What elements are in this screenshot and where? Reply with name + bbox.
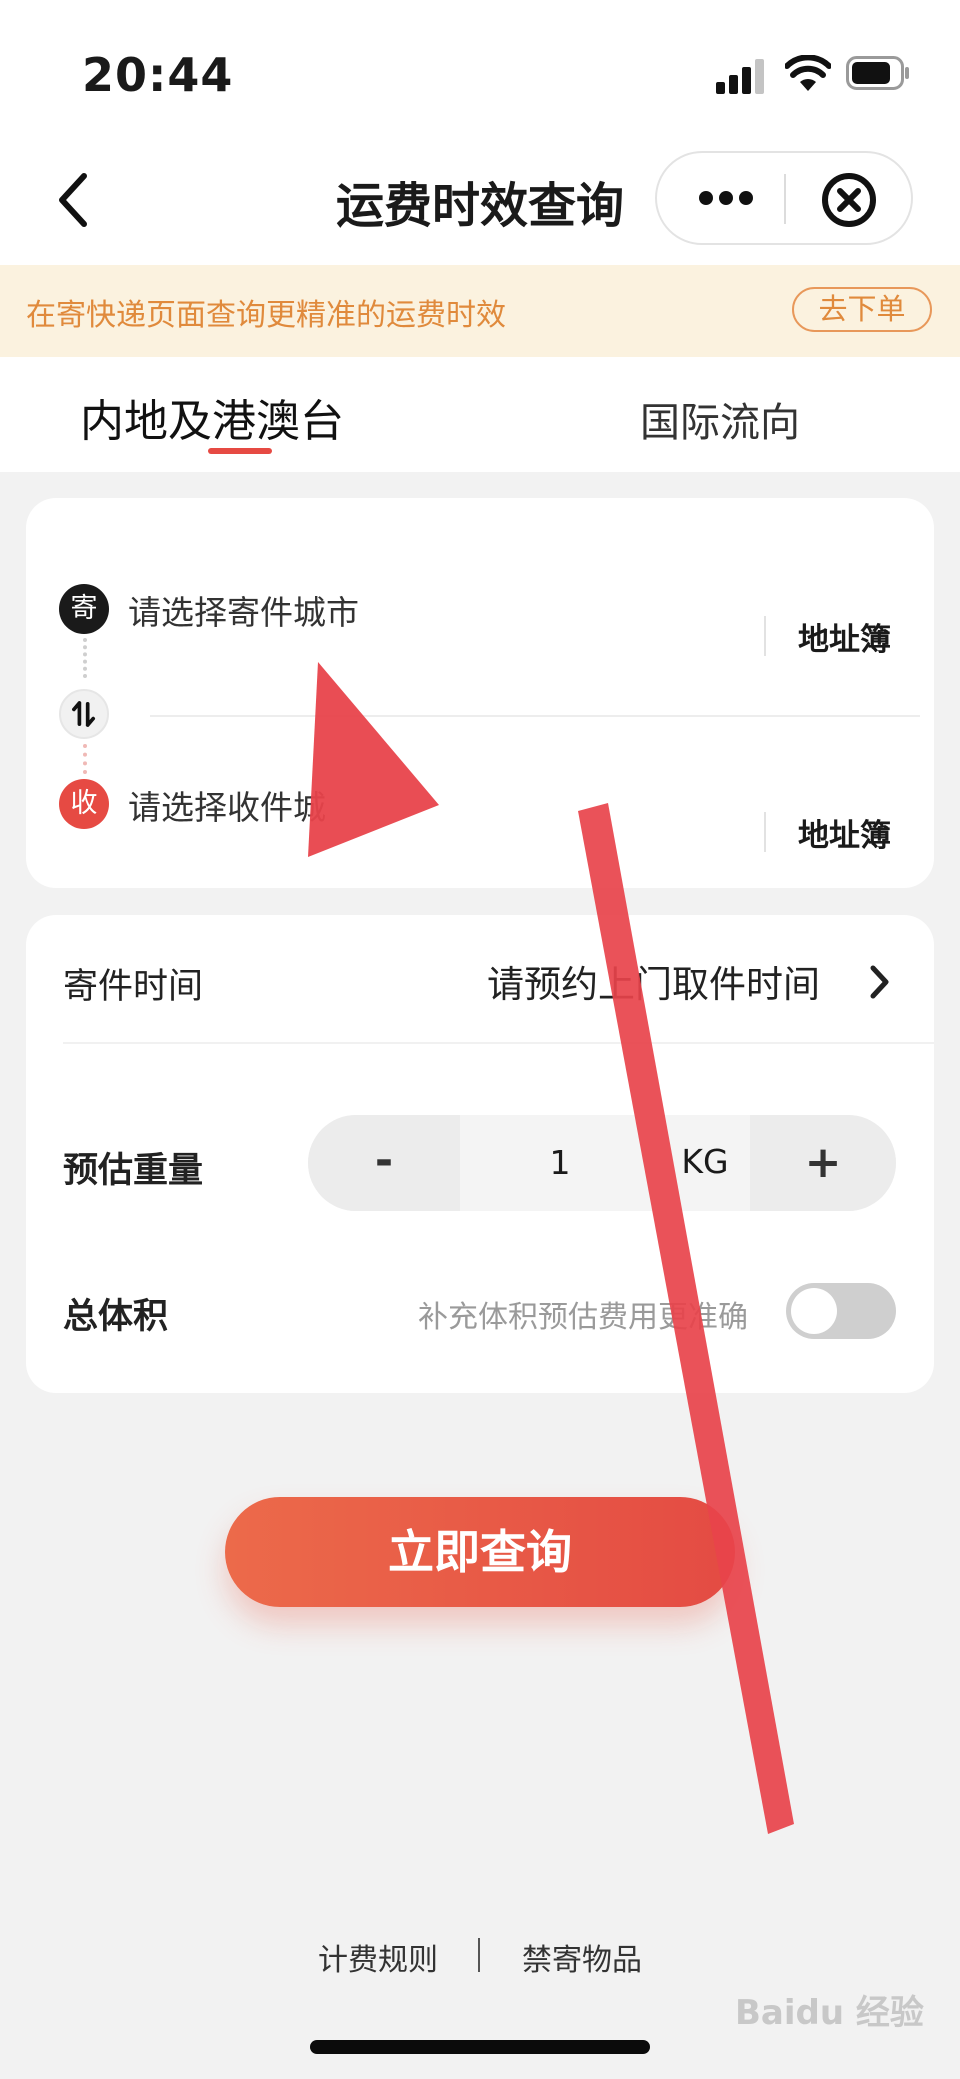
- weight-label: 预估重量: [63, 1151, 204, 1191]
- baidu-watermark: Baidu 经验: [735, 1993, 924, 2033]
- route-dots: [83, 638, 90, 678]
- fee-rules-link[interactable]: 计费规则: [318, 1935, 438, 1979]
- more-icon[interactable]: [690, 176, 762, 220]
- swap-icon[interactable]: [59, 689, 109, 739]
- receiver-city-field[interactable]: 请选择收件城: [128, 781, 326, 829]
- receiver-address-book-button[interactable]: 地址簿: [798, 810, 891, 855]
- place-order-button[interactable]: 去下单: [792, 287, 932, 332]
- decrease-weight-button[interactable]: -: [308, 1115, 460, 1211]
- weight-stepper: - 1 KG +: [308, 1115, 896, 1211]
- weight-value[interactable]: 1: [460, 1115, 660, 1211]
- status-time: 20:44: [82, 48, 234, 102]
- tab-domestic[interactable]: 内地及港澳台: [80, 385, 380, 449]
- divider: [764, 812, 766, 852]
- details-divider: [63, 1042, 934, 1044]
- route-dots: [83, 744, 90, 774]
- query-button[interactable]: 立即查询: [225, 1497, 735, 1607]
- volume-hint: 补充体积预估费用更准确: [418, 1300, 748, 1335]
- back-icon[interactable]: [50, 170, 100, 230]
- divider: [764, 616, 766, 656]
- sender-address-book-button[interactable]: 地址簿: [798, 614, 891, 659]
- toggle-knob: [791, 1288, 837, 1334]
- ship-time-picker[interactable]: 请预约上门取件时间: [470, 954, 820, 1008]
- active-tab-indicator: [208, 448, 272, 454]
- notice-text: 在寄快递页面查询更精准的运费时效: [26, 298, 506, 333]
- volume-toggle[interactable]: [786, 1283, 896, 1339]
- home-indicator: [310, 2040, 650, 2054]
- address-divider: [150, 715, 920, 717]
- volume-label: 总体积: [63, 1297, 169, 1337]
- battery-icon: [846, 56, 909, 90]
- close-icon[interactable]: [819, 170, 879, 230]
- increase-weight-button[interactable]: +: [750, 1115, 896, 1211]
- sender-city-field[interactable]: 请选择寄件城市: [128, 586, 359, 634]
- send-badge: 寄: [59, 584, 109, 634]
- tab-international[interactable]: 国际流向: [600, 390, 840, 448]
- capsule-divider: [784, 174, 786, 224]
- chevron-right-icon[interactable]: [866, 962, 892, 1002]
- ship-time-label: 寄件时间: [63, 967, 204, 1007]
- weight-unit: KG: [660, 1115, 750, 1211]
- footer-divider: [478, 1938, 480, 1972]
- banned-items-link[interactable]: 禁寄物品: [522, 1935, 642, 1979]
- wifi-icon: [785, 55, 831, 91]
- receive-badge: 收: [59, 779, 109, 829]
- cellular-signal-icon: [716, 59, 764, 94]
- page-title: 运费时效查询: [335, 178, 624, 234]
